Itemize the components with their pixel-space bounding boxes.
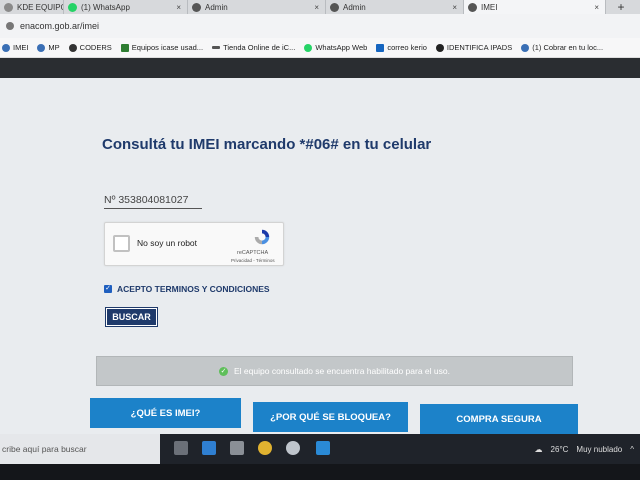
bookmark-label: WhatsApp Web: [315, 43, 368, 52]
recaptcha-brand: reCAPTCHA: [237, 250, 269, 256]
mail-icon: [376, 43, 385, 52]
bookmark-label: CODERS: [79, 43, 112, 52]
browser-tab-active[interactable]: IMEI ×: [464, 0, 606, 14]
bookmark-label: Equipos icase usad...: [131, 43, 204, 52]
tab-label: Admin: [343, 2, 366, 12]
close-tab-icon[interactable]: ×: [588, 3, 599, 12]
status-message: El equipo consultado se encuentra habili…: [234, 366, 450, 376]
tab-favicon-icon: [192, 2, 201, 12]
globe-icon: [2, 43, 10, 52]
bookmark-label: (1) Cobrar en tu loc...: [532, 43, 604, 52]
close-tab-icon[interactable]: ×: [446, 3, 457, 12]
page-header-band: [0, 58, 640, 78]
recaptcha-logo-icon: [254, 229, 270, 245]
bookmarks-bar: IMEI MP CODERS Equipos icase usad... Tie…: [0, 38, 640, 58]
new-tab-button[interactable]: +: [606, 0, 636, 14]
browser-tab[interactable]: Admin ×: [326, 0, 464, 14]
recaptcha-label: No soy un robot: [137, 238, 198, 248]
imei-input[interactable]: Nº 353804081027: [104, 194, 202, 209]
recaptcha-widget: No soy un robot reCAPTCHA Privacidad - T…: [104, 222, 284, 266]
bookmark-label: IDENTIFICA IPADS: [446, 43, 513, 52]
recaptcha-checkbox[interactable]: [113, 235, 130, 252]
globe-icon: [68, 43, 77, 52]
check-circle-icon: ✓: [219, 366, 229, 376]
what-is-imei-button[interactable]: ¿QUÉ ES IMEI?: [90, 398, 241, 428]
bookmark-whatsapp[interactable]: WhatsApp Web: [304, 43, 367, 52]
terms-row: ✓ ACEPTO TERMINOS Y CONDICIONES: [104, 284, 270, 294]
app-icon[interactable]: [316, 441, 330, 455]
tab-label: KDE EQUIPO: [17, 2, 64, 12]
safe-purchase-button[interactable]: COMPRA SEGURA: [420, 404, 578, 434]
calculator-icon[interactable]: [230, 441, 244, 455]
bookmark-tienda[interactable]: Tienda Online de iC...: [212, 43, 295, 52]
close-tab-icon[interactable]: ×: [170, 3, 181, 12]
globe-icon: [37, 43, 46, 52]
bookmark-label: IMEI: [13, 43, 29, 52]
bookmark-coders[interactable]: CODERS: [68, 43, 112, 52]
url-text: enacom.gob.ar/imei: [20, 21, 100, 31]
tab-favicon-icon: [4, 2, 13, 12]
edge-icon[interactable]: [202, 441, 216, 455]
tab-favicon-icon: [330, 2, 339, 12]
tab-label: Admin: [205, 2, 228, 12]
weather-desc: Muy nublado: [576, 444, 623, 454]
cloud-icon: ☁: [534, 444, 543, 454]
browser-tab[interactable]: Admin ×: [188, 0, 326, 14]
bookmark-icon: [212, 46, 221, 49]
bookmark-label: Tienda Online de iC...: [223, 43, 296, 52]
tab-label: (1) WhatsApp: [81, 2, 130, 12]
bookmark-icon: [120, 43, 129, 52]
tab-strip: KDE EQUIPO × (1) WhatsApp × Admin × Admi…: [0, 0, 640, 14]
chrome-icon[interactable]: [258, 441, 272, 455]
address-bar[interactable]: enacom.gob.ar/imei: [0, 14, 640, 38]
bookmark-imei[interactable]: IMEI: [2, 43, 28, 52]
page-title: Consultá tu IMEI marcando *#06# en tu ce…: [102, 136, 432, 153]
globe-icon: [521, 43, 530, 52]
apple-icon: [435, 43, 444, 52]
terms-label: ACEPTO TERMINOS Y CONDICIONES: [117, 284, 270, 294]
imei-page: Consultá tu IMEI marcando *#06# en tu ce…: [0, 78, 640, 434]
lock-icon: [6, 22, 14, 30]
bookmark-correo[interactable]: correo kerio: [376, 43, 427, 52]
why-blocked-button[interactable]: ¿POR QUÉ SE BLOQUEA?: [253, 402, 408, 432]
tab-favicon-icon: [468, 2, 477, 12]
bookmark-cobrar[interactable]: (1) Cobrar en tu loc...: [521, 43, 603, 52]
whatsapp-icon: [304, 43, 313, 52]
app-icon[interactable]: [286, 441, 300, 455]
chevron-up-icon[interactable]: ^: [630, 445, 634, 454]
search-button[interactable]: BUSCAR: [106, 308, 157, 326]
system-tray: ☁ 26°C Muy nublado ^: [527, 434, 634, 464]
taskbar-search-input[interactable]: cribe aquí para buscar: [0, 434, 160, 464]
bookmark-label: MP: [48, 43, 60, 52]
bookmark-equipos[interactable]: Equipos icase usad...: [120, 43, 204, 52]
browser-tab[interactable]: (1) WhatsApp ×: [64, 0, 188, 14]
status-banner: ✓ El equipo consultado se encuentra habi…: [96, 356, 573, 386]
whatsapp-icon: [68, 2, 77, 12]
tab-label: IMEI: [481, 2, 498, 12]
terms-checkbox[interactable]: ✓: [104, 285, 112, 293]
monitor-bezel: [0, 464, 640, 480]
close-tab-icon[interactable]: ×: [308, 3, 319, 12]
taskbar: cribe aquí para buscar ☁ 26°C Muy nublad…: [0, 434, 640, 464]
browser-tab[interactable]: KDE EQUIPO ×: [0, 0, 64, 14]
task-view-icon[interactable]: [174, 441, 188, 455]
weather-temp: 26°C: [550, 444, 569, 454]
bookmark-mp[interactable]: MP: [37, 43, 60, 52]
bookmark-identifica[interactable]: IDENTIFICA IPADS: [435, 43, 513, 52]
recaptcha-terms-link[interactable]: Privacidad - Términos: [231, 258, 275, 263]
bookmark-label: correo kerio: [387, 43, 427, 52]
